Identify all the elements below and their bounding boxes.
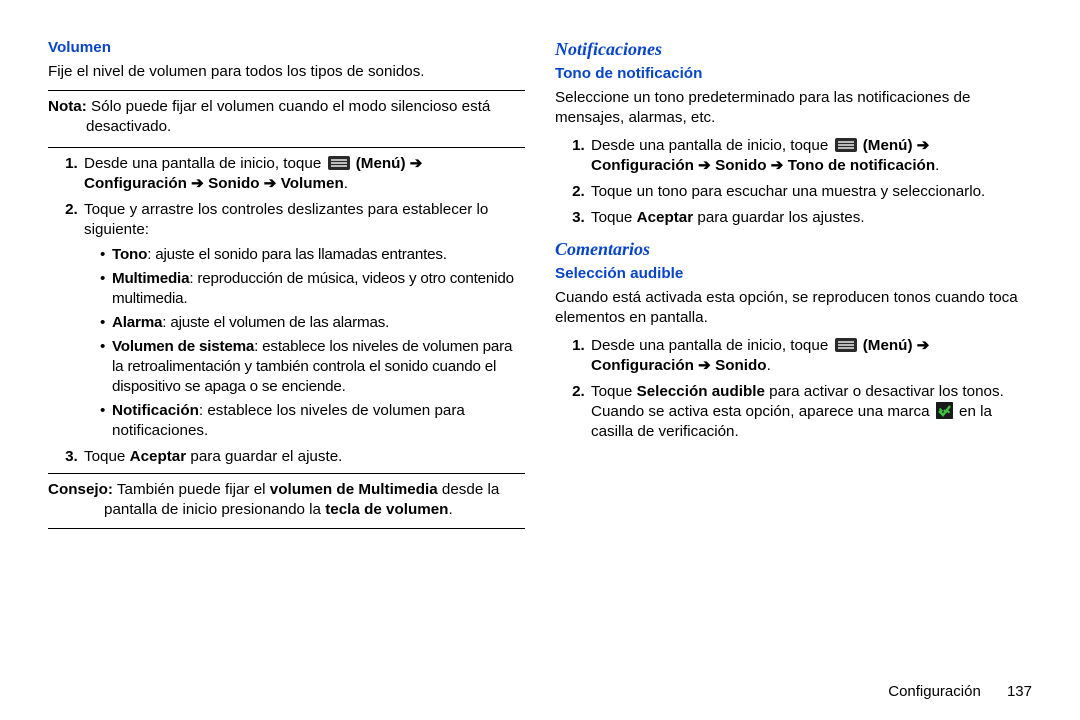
checkmark-icon [936,402,953,419]
step-bold: Aceptar [637,209,694,226]
path-text: Configuración [591,357,698,374]
step-item: Toque Selección audible para activar o d… [589,382,1032,442]
steps-list: Desde una pantalla de inicio, toque (Men… [48,154,525,467]
step-text: Toque [591,383,637,400]
bullet-label: Multimedia [112,270,189,287]
path-text: Volumen [277,175,344,192]
page-number: 137 [1007,683,1032,700]
bullet-item: Volumen de sistema: establece los nivele… [102,337,525,397]
path-text: Tono de notificación [784,157,936,174]
bullet-item: Multimedia: reproducción de música, vide… [102,269,525,309]
arrow-icon: ➔ [771,157,784,174]
bullet-label: Tono [112,246,147,263]
step-text: Desde una pantalla de inicio, toque [591,137,833,154]
tip-text: . [448,501,452,518]
divider [48,528,525,529]
heading-comentarios: Comentarios [555,238,1032,262]
heading-seleccion: Selección audible [555,264,1032,284]
arrow-icon: ➔ [917,337,930,354]
heading-volumen: Volumen [48,38,525,58]
menu-label: (Menú) [356,155,410,172]
note-label: Nota: [48,98,87,115]
arrow-icon: ➔ [264,175,277,192]
step-text: Desde una pantalla de inicio, toque [591,337,833,354]
bullet-label: Volumen de sistema [112,338,254,355]
steps-list: Desde una pantalla de inicio, toque (Men… [555,336,1032,442]
note-block: Nota: Sólo puede fijar el volumen cuando… [48,97,525,137]
arrow-icon: ➔ [698,157,711,174]
step-item: Toque Aceptar para guardar los ajustes. [589,208,1032,228]
bullet-list: Tono: ajuste el sonido para las llamadas… [84,245,525,442]
divider [48,147,525,148]
bullet-item: Alarma: ajuste el volumen de las alarmas… [102,313,525,333]
path-text: Configuración [84,175,191,192]
menu-label: (Menú) [863,337,917,354]
steps-list: Desde una pantalla de inicio, toque (Men… [555,136,1032,228]
step-text: Toque [591,209,637,226]
body-text: Seleccione un tono predeterminado para l… [555,88,1032,128]
step-item: Desde una pantalla de inicio, toque (Men… [82,154,525,194]
step-item: Desde una pantalla de inicio, toque (Men… [589,136,1032,176]
body-text: Cuando está activada esta opción, se rep… [555,288,1032,328]
bullet-text: : ajuste el volumen de las alarmas. [162,314,389,331]
arrow-icon: ➔ [191,175,204,192]
menu-icon [835,338,857,352]
intro-text: Fije el nivel de volumen para todos los … [48,62,525,82]
bullet-text: : ajuste el sonido para las llamadas ent… [147,246,447,263]
arrow-icon: ➔ [917,137,930,154]
path-text: Sonido [711,157,771,174]
menu-icon [835,138,857,152]
page-footer: Configuración 137 [888,683,1032,700]
step-bold: Selección audible [637,383,765,400]
path-text: Sonido [204,175,264,192]
tip-bold: volumen de Multimedia [270,481,438,498]
heading-notificaciones: Notificaciones [555,38,1032,62]
tip-block: Consejo: También puede fijar el volumen … [48,480,525,520]
menu-label: (Menú) [863,137,917,154]
step-item: Toque un tono para escuchar una muestra … [589,182,1032,202]
bullet-label: Notificación [112,402,199,419]
path-text: Configuración [591,157,698,174]
bullet-item: Notificación: establece los niveles de v… [102,401,525,441]
divider [48,473,525,474]
step-item: Toque Aceptar para guardar el ajuste. [82,447,525,467]
tip-label: Consejo: [48,481,113,498]
step-item: Desde una pantalla de inicio, toque (Men… [589,336,1032,376]
step-text: Toque [84,448,130,465]
note-text: Sólo puede fijar el volumen cuando el mo… [86,98,490,135]
left-column: Volumen Fije el nivel de volumen para to… [48,38,525,720]
divider [48,90,525,91]
step-bold: Aceptar [130,448,187,465]
arrow-icon: ➔ [698,357,711,374]
right-column: Notificaciones Tono de notificación Sele… [555,38,1032,720]
tip-bold: tecla de volumen [325,501,448,518]
arrow-icon: ➔ [410,155,423,172]
step-text: Toque y arrastre los controles deslizant… [84,201,488,238]
step-text: para guardar los ajustes. [693,209,864,226]
step-item: Toque y arrastre los controles deslizant… [82,200,525,441]
step-text: para guardar el ajuste. [186,448,342,465]
bullet-label: Alarma [112,314,162,331]
step-text: Desde una pantalla de inicio, toque [84,155,326,172]
tip-text: También puede fijar el [113,481,270,498]
bullet-item: Tono: ajuste el sonido para las llamadas… [102,245,525,265]
menu-icon [328,156,350,170]
heading-tono: Tono de notificación [555,64,1032,84]
path-text: Sonido [711,357,767,374]
footer-section: Configuración [888,683,981,700]
